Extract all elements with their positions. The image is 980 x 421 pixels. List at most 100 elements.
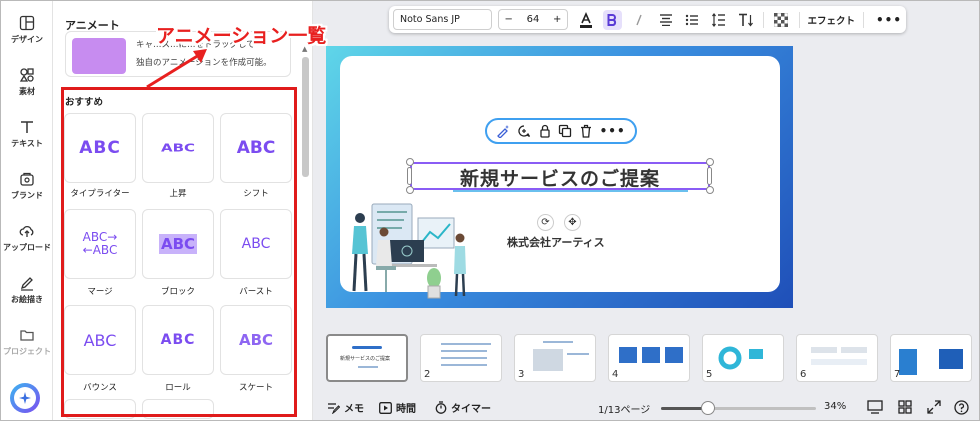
rail-label-projects: プロジェクト: [3, 347, 51, 356]
thumb-shape: [543, 341, 573, 343]
rotate-icon[interactable]: ⟳: [537, 214, 554, 231]
grid-view-button[interactable]: [898, 400, 912, 417]
monitor-icon: [867, 400, 883, 414]
effects-button[interactable]: エフェクト: [808, 13, 856, 27]
lock-icon[interactable]: [538, 124, 552, 138]
selection-box: [410, 162, 710, 190]
thumb-number: 5: [706, 369, 713, 380]
play-icon: [379, 401, 392, 414]
page-thumbnail[interactable]: 3: [514, 334, 596, 382]
page-thumbnail[interactable]: 6: [796, 334, 878, 382]
resize-handle[interactable]: [406, 158, 414, 166]
notes-label: メモ: [344, 404, 364, 415]
toolbar-divider: [863, 11, 864, 28]
timer-button[interactable]: タイマー: [435, 400, 491, 415]
thumb-shape: [441, 343, 491, 345]
rail-item-text[interactable]: テキスト: [1, 119, 53, 149]
page-thumbnail[interactable]: 新規サービスのご提案: [326, 334, 408, 382]
thumb-shape: [939, 349, 963, 369]
increase-size-button[interactable]: +: [553, 14, 561, 25]
callout-label: アニメーション一覧: [156, 25, 327, 47]
thumb-shape: [533, 349, 563, 371]
rail-item-projects[interactable]: プロジェクト: [1, 327, 53, 357]
move-icon[interactable]: ✥: [564, 214, 581, 231]
thumb-shape: [841, 347, 867, 353]
align-center-icon: [659, 13, 672, 26]
thumb-shape: [358, 366, 378, 368]
toolbar-divider: [763, 11, 764, 28]
left-rail: デザイン 素材 テキスト ブランド アップロード お絵描き プロジェクト: [1, 1, 53, 420]
rail-item-draw[interactable]: お絵描き: [1, 275, 53, 305]
rail-label-text: テキスト: [11, 139, 43, 148]
thumb-shape: [749, 349, 763, 359]
help-icon: [954, 400, 969, 415]
thumb-shape: [441, 350, 487, 352]
list-button[interactable]: [683, 10, 702, 30]
rail-label-draw: お絵描き: [11, 295, 43, 304]
rail-item-upload[interactable]: アップロード: [1, 223, 53, 253]
side-handle[interactable]: [707, 167, 712, 185]
page-thumbnail[interactable]: 4: [608, 334, 690, 382]
promo-thumbnail: [72, 38, 126, 74]
zoom-level[interactable]: 34%: [824, 401, 846, 412]
brand-icon: [20, 172, 34, 186]
panel-scrollbar[interactable]: [302, 57, 309, 177]
fit-view-button[interactable]: [867, 400, 883, 417]
fullscreen-button[interactable]: [927, 400, 941, 417]
trash-icon[interactable]: [579, 124, 593, 138]
rail-label-brand: ブランド: [11, 191, 43, 200]
transparency-button[interactable]: [772, 10, 791, 30]
notes-button[interactable]: メモ: [327, 400, 364, 415]
checkerboard-icon: [774, 12, 789, 27]
company-name[interactable]: 株式会社アーティス: [507, 234, 605, 250]
highlight-box: [61, 87, 297, 417]
decrease-size-button[interactable]: −: [505, 14, 513, 25]
expand-icon: [927, 400, 941, 414]
magic-button[interactable]: [10, 383, 40, 413]
font-size-stepper[interactable]: − 64 +: [497, 9, 569, 30]
italic-icon: [636, 14, 642, 25]
resize-handle[interactable]: [406, 186, 414, 194]
align-button[interactable]: [656, 10, 675, 30]
page-thumbnail[interactable]: 2: [420, 334, 502, 382]
page-indicator[interactable]: 1/13ページ: [598, 401, 650, 416]
text-direction-icon: [738, 13, 753, 26]
rail-item-elements[interactable]: 素材: [1, 67, 53, 97]
comment-icon[interactable]: [517, 124, 531, 138]
page-thumbnail[interactable]: 5: [702, 334, 784, 382]
rail-label-upload: アップロード: [3, 243, 51, 252]
rail-label-elements: 素材: [19, 87, 35, 96]
bold-icon: [607, 13, 617, 26]
more-icon[interactable]: •••: [600, 124, 626, 138]
italic-button[interactable]: [630, 10, 649, 30]
zoom-slider-knob[interactable]: [700, 401, 715, 415]
line-spacing-icon: [712, 12, 726, 27]
page-thumbnail[interactable]: 7: [890, 334, 972, 382]
bold-button[interactable]: [603, 9, 622, 30]
font-size-value[interactable]: 64: [527, 14, 540, 25]
duplicate-icon[interactable]: [558, 124, 572, 138]
title-underline: [453, 190, 688, 192]
thumb-donut: [718, 346, 742, 370]
help-button[interactable]: [954, 400, 969, 418]
resize-handle[interactable]: [706, 158, 714, 166]
side-handle[interactable]: [407, 167, 412, 185]
text-color-button[interactable]: [576, 10, 595, 30]
thumb-shape: [665, 347, 683, 363]
pen-icon: [20, 277, 33, 291]
resize-handle[interactable]: [706, 186, 714, 194]
editor-window: デザイン 素材 テキスト ブランド アップロード お絵描き プロジェクト アニメ…: [0, 0, 980, 421]
rail-item-brand[interactable]: ブランド: [1, 171, 53, 201]
magic-edit-icon[interactable]: [496, 124, 510, 138]
list-icon: [686, 14, 699, 25]
font-selector[interactable]: Noto Sans JP: [393, 9, 492, 30]
rail-item-design[interactable]: デザイン: [1, 15, 53, 45]
more-options-button[interactable]: •••: [876, 13, 902, 27]
duration-button[interactable]: 時間: [379, 400, 416, 415]
thumb-shape: [567, 353, 589, 355]
zoom-slider[interactable]: [661, 407, 816, 410]
notes-icon: [328, 402, 340, 414]
spacing-button[interactable]: [710, 10, 729, 30]
thumb-number: 4: [612, 369, 619, 380]
vertical-text-button[interactable]: [736, 10, 755, 30]
